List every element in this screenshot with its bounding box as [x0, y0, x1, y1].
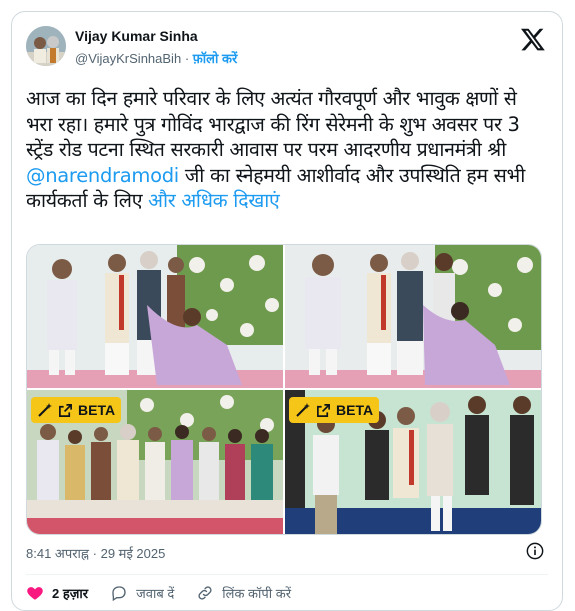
info-icon[interactable] [526, 542, 544, 560]
x-logo-icon[interactable] [520, 26, 546, 52]
follow-button[interactable]: फ़ॉलो करें [193, 51, 237, 66]
copy-link-button[interactable]: लिंक कॉपी करें [196, 584, 291, 602]
reply-icon [112, 586, 126, 602]
divider [26, 574, 548, 575]
tweet-card: Vijay Kumar Sinha @VijayKrSinhaBih · फ़ॉ… [11, 11, 563, 611]
author-handle-row: @VijayKrSinhaBih · फ़ॉलो करें [75, 49, 237, 67]
show-more-link[interactable]: और अधिक दिखाएं [148, 189, 280, 212]
media-grid: BETA BETA [26, 244, 542, 535]
like-button[interactable]: 2 हज़ार [26, 584, 88, 602]
external-link-icon [317, 403, 330, 417]
copy-link-label: लिंक कॉपी करें [222, 586, 292, 601]
external-link-icon [59, 403, 72, 417]
action-bar: 2 हज़ार जवाब दें लिंक कॉपी करें [26, 584, 313, 602]
magic-wand-icon [38, 403, 52, 417]
handle-separator: · [184, 51, 190, 66]
link-icon [198, 586, 212, 600]
tweet-timestamp[interactable]: 8:41 अपराह्न · 29 मई 2025 [26, 544, 165, 562]
magic-wand-icon [296, 403, 310, 417]
beta-badge-photo-3[interactable]: BETA [31, 397, 122, 423]
photo-2[interactable] [285, 245, 541, 388]
heart-icon [27, 587, 43, 600]
author-name[interactable]: Vijay Kumar Sinha [75, 28, 198, 44]
beta-label: BETA [78, 402, 116, 418]
beta-label: BETA [336, 402, 374, 418]
tweet-date: 29 मई 2025 [100, 546, 166, 561]
reply-button[interactable]: जवाब दें [110, 584, 174, 602]
tweet-text: आज का दिन हमारे परिवार के लिए अत्यंत गौर… [26, 86, 546, 214]
meta-separator: · [92, 546, 97, 561]
avatar[interactable] [26, 26, 66, 66]
photo-1[interactable] [27, 245, 283, 388]
tweet-time: 8:41 अपराह्न [26, 546, 89, 561]
reply-label: जवाब दें [136, 586, 175, 601]
mention-link[interactable]: @narendramodi [26, 164, 179, 187]
beta-badge-photo-4[interactable]: BETA [289, 397, 380, 423]
tweet-text-part-1: आज का दिन हमारे परिवार के लिए अत्यंत गौर… [26, 87, 520, 161]
author-handle[interactable]: @VijayKrSinhaBih [75, 51, 181, 66]
like-count: 2 हज़ार [52, 586, 89, 601]
